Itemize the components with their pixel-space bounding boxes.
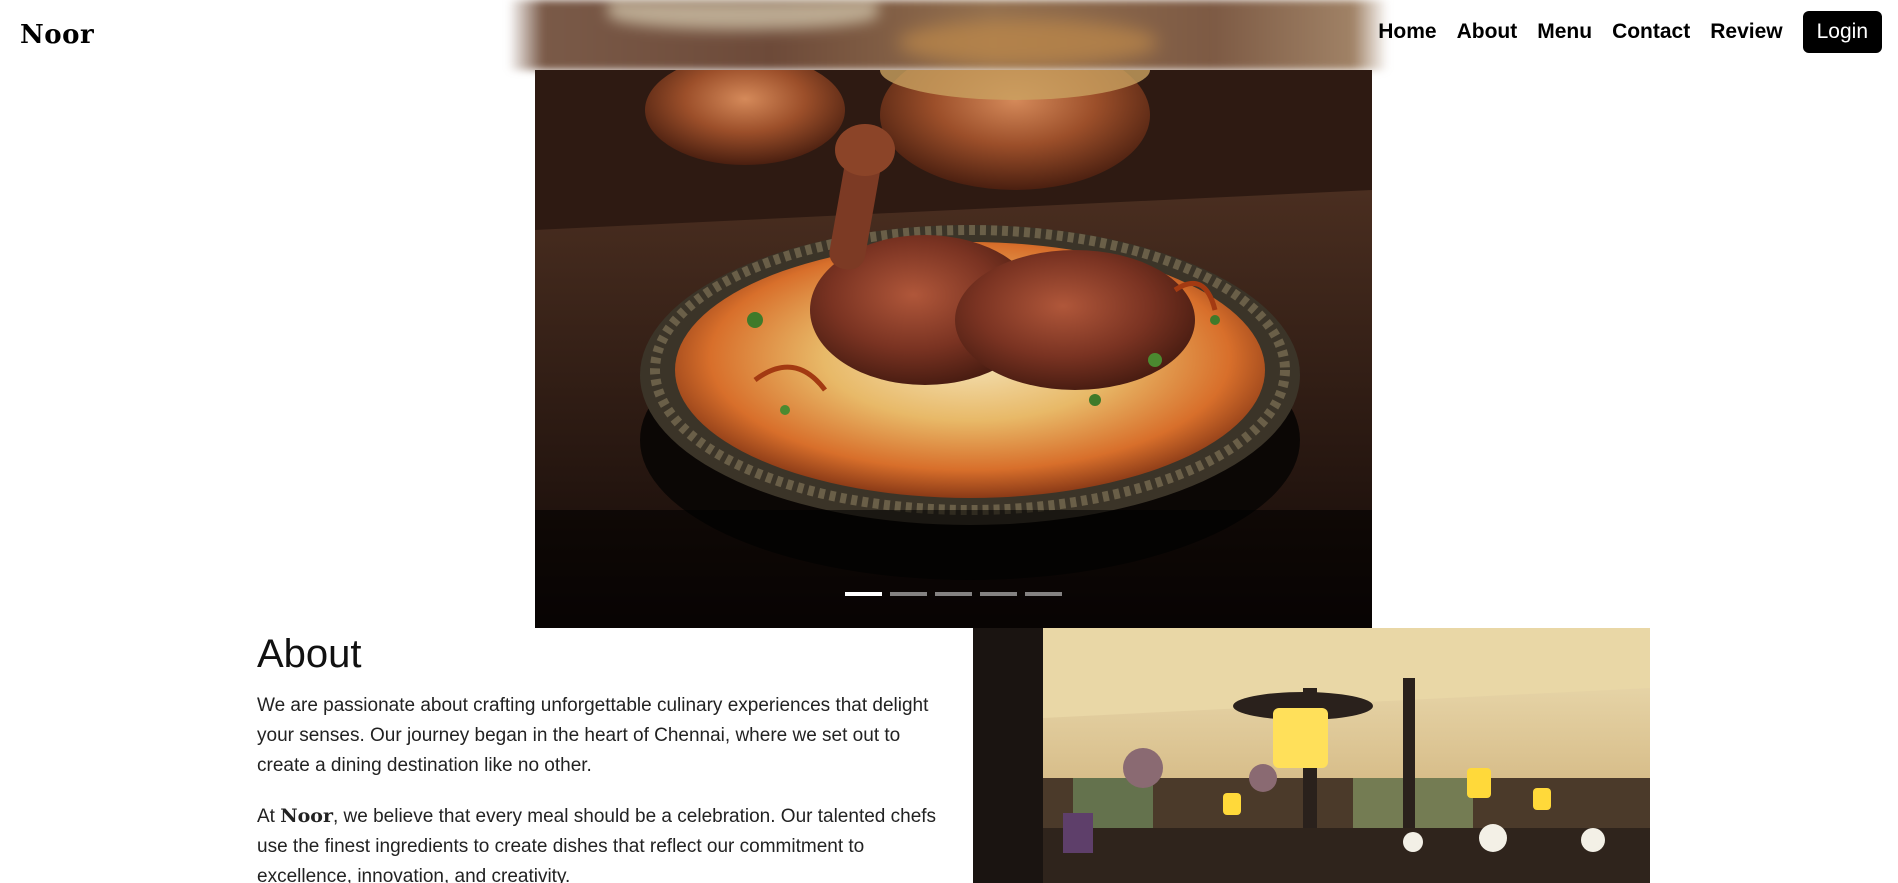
carousel-indicators bbox=[535, 592, 1372, 596]
nav-link-review[interactable]: Review bbox=[1700, 20, 1792, 44]
nav-link-home[interactable]: Home bbox=[1368, 20, 1446, 44]
nav-link-contact[interactable]: Contact bbox=[1602, 20, 1700, 44]
about-paragraph-2-prefix: At bbox=[257, 806, 281, 827]
carousel-indicator-5[interactable] bbox=[1025, 592, 1062, 596]
hero-carousel[interactable] bbox=[535, 70, 1372, 628]
nav-links: Home About Menu Contact Review Login bbox=[1368, 10, 1882, 54]
carousel-indicator-1[interactable] bbox=[845, 592, 882, 596]
nav-link-about[interactable]: About bbox=[1447, 20, 1528, 44]
about-paragraph-2-text: , we believe that every meal should be a… bbox=[257, 806, 937, 883]
navbar: Noor Home About Menu Contact Review Logi… bbox=[0, 0, 1898, 70]
about-paragraph-2: At Noor, we believe that every meal shou… bbox=[257, 801, 937, 883]
about-section: About We are passionate about crafting u… bbox=[257, 628, 937, 883]
about-paragraph-1: We are passionate about crafting unforge… bbox=[257, 695, 929, 776]
brand-logo[interactable]: Noor bbox=[20, 20, 94, 50]
login-button[interactable]: Login bbox=[1802, 11, 1882, 53]
nav-link-menu[interactable]: Menu bbox=[1527, 20, 1602, 44]
hero-biryani-image bbox=[535, 70, 1372, 628]
about-title: About bbox=[257, 632, 362, 676]
about-brand-inline: Noor bbox=[280, 805, 333, 827]
restaurant-interior-image bbox=[973, 628, 1650, 883]
carousel-indicator-4[interactable] bbox=[980, 592, 1017, 596]
carousel-indicator-2[interactable] bbox=[890, 592, 927, 596]
carousel-indicator-3[interactable] bbox=[935, 592, 972, 596]
